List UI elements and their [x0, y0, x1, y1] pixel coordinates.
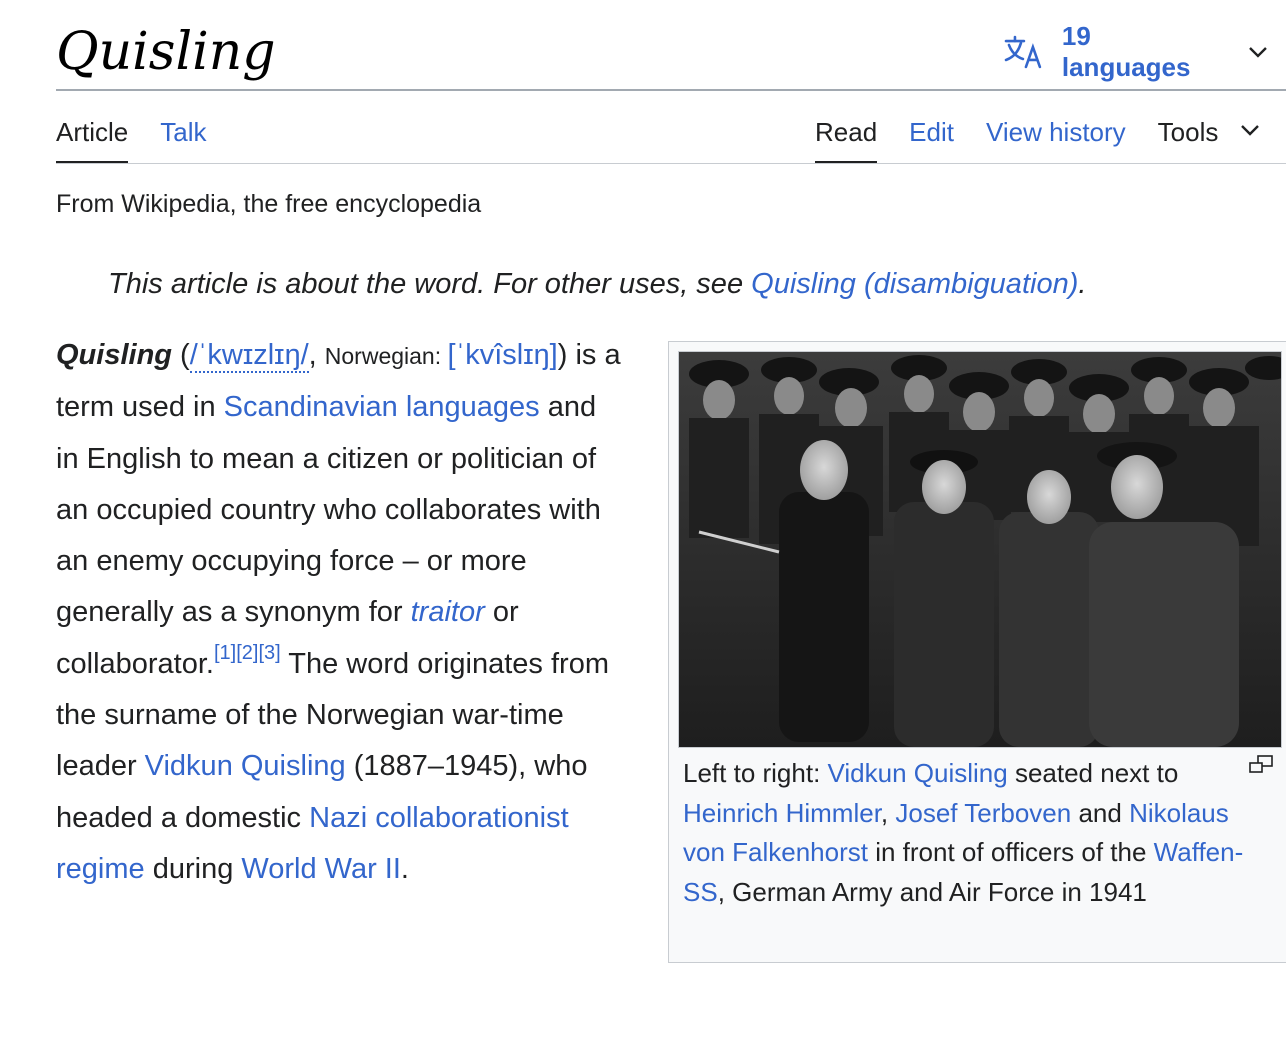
hatnote-text: This article is about the word. For othe… [108, 268, 752, 300]
translate-icon [1004, 35, 1042, 69]
hatnote: This article is about the word. For othe… [108, 264, 1086, 304]
caption-text-2: seated next to [1007, 758, 1179, 788]
ipa-norwegian-link[interactable]: [ˈkvîslɪŋ] [448, 339, 558, 371]
caption-text-5: in front of officers of the [867, 837, 1154, 868]
view-tabs: Read Edit View history Tools [815, 108, 1260, 164]
image-caption: Left to right: Vidkun Quisling seated ne… [683, 754, 1273, 913]
tab-read[interactable]: Read [815, 108, 878, 164]
photo-quisling-himmler[interactable] [678, 351, 1282, 748]
languages-button[interactable]: 19 languages [1004, 21, 1286, 82]
hatnote-period: . [1078, 268, 1087, 300]
tab-edit[interactable]: Edit [909, 108, 954, 164]
languages-label: 19 languages [1061, 21, 1191, 82]
page-title: Quisling [56, 22, 276, 82]
norwegian-label: Norwegian: [324, 343, 448, 369]
ipa-english: /ˈkwɪzlɪŋ/ [189, 339, 309, 373]
lead-text-6: during [144, 852, 242, 885]
ipa-english-link[interactable]: /ˈkwɪzlɪŋ/ [189, 339, 309, 373]
tabs-divider [56, 163, 1286, 164]
tools-menu[interactable]: Tools [1158, 108, 1261, 164]
site-tagline: From Wikipedia, the free encyclopedia [56, 190, 482, 218]
lead-term: Quisling [56, 339, 172, 371]
chevron-down-icon [1249, 47, 1267, 58]
josef-terboven-link[interactable]: Josef Terboven [895, 798, 1071, 828]
caption-text-3: , [880, 797, 896, 828]
scandinavian-languages-link[interactable]: Scandinavian languages [224, 391, 540, 423]
traitor-link[interactable]: traitor [411, 596, 485, 628]
reference-links[interactable]: [1][2][3] [214, 642, 281, 664]
lead-paragraph: Quisling (/ˈkwɪzlɪŋ/, Norwegian: [ˈkvîsl… [56, 339, 621, 885]
photo-image [679, 352, 1281, 747]
tab-talk[interactable]: Talk [160, 108, 206, 164]
vidkun-quisling-link[interactable]: Vidkun Quisling [145, 750, 346, 782]
tab-view-history[interactable]: View history [986, 108, 1126, 164]
caption-vidkun-quisling-link[interactable]: Vidkun Quisling [828, 758, 1008, 788]
lead-text-2: and in English to mean a citizen or poli… [56, 391, 601, 629]
heinrich-himmler-link[interactable]: Heinrich Himmler [683, 798, 881, 828]
caption-text-6: , German Army and Air Force in 1941 [717, 877, 1147, 908]
disambiguation-link[interactable]: Quisling (disambiguation) [751, 268, 1078, 300]
namespace-tabs: Article Talk [56, 108, 239, 164]
caption-text-4: and [1071, 797, 1130, 828]
tools-label: Tools [1157, 117, 1219, 147]
tab-article[interactable]: Article [56, 108, 129, 164]
chevron-down-icon [1241, 125, 1260, 136]
world-war-ii-link[interactable]: World War II [241, 853, 401, 885]
image-thumbnail: Left to right: Vidkun Quisling seated ne… [668, 341, 1286, 963]
caption-text-1: Left to right: [683, 758, 828, 788]
lead-text-7: . [400, 852, 409, 885]
title-divider [56, 89, 1286, 91]
